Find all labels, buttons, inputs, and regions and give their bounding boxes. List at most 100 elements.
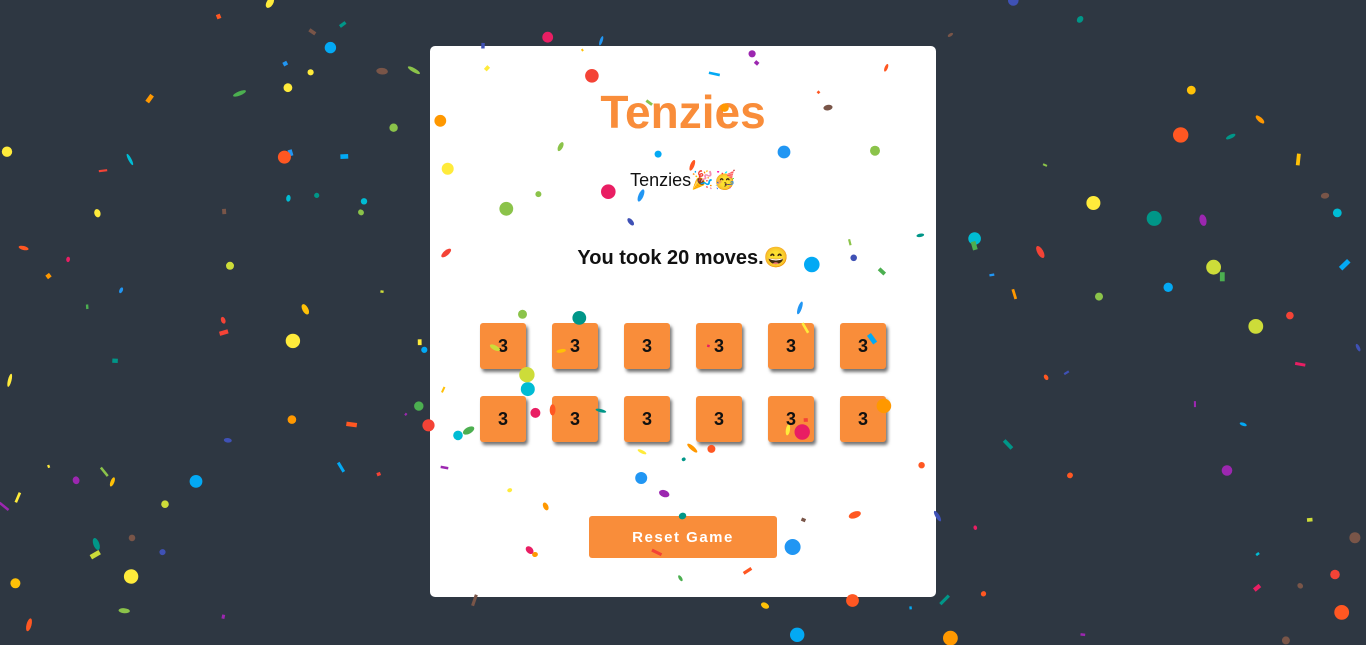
reset-game-button[interactable]: Reset Game	[589, 516, 777, 558]
moves-message: You took 20 moves.😄	[577, 247, 789, 269]
confetti-piece	[340, 153, 349, 160]
confetti-piece	[1067, 472, 1073, 479]
die-8[interactable]: 3	[552, 396, 598, 442]
confetti-piece	[407, 66, 420, 75]
confetti-piece	[1080, 633, 1086, 637]
confetti-piece	[26, 618, 32, 632]
confetti-piece	[308, 28, 317, 36]
confetti-piece	[1252, 583, 1262, 592]
confetti-piece	[760, 602, 770, 609]
die-2[interactable]: 3	[552, 323, 598, 369]
confetti-piece	[380, 290, 384, 294]
confetti-piece	[314, 192, 320, 198]
confetti-piece	[18, 245, 29, 251]
confetti-piece	[128, 534, 136, 542]
confetti-piece	[1076, 16, 1084, 23]
die-1[interactable]: 3	[480, 323, 526, 369]
confetti-piece	[947, 32, 954, 37]
confetti-piece	[943, 630, 958, 645]
confetti-piece	[307, 69, 314, 76]
die-11[interactable]: 3	[768, 396, 814, 442]
confetti-piece	[145, 93, 154, 104]
confetti-piece	[980, 591, 987, 597]
confetti-piece	[118, 608, 130, 614]
confetti-piece	[1, 146, 13, 157]
confetti-piece	[1295, 153, 1301, 166]
confetti-piece	[1043, 374, 1049, 381]
confetti-piece	[301, 304, 310, 315]
confetti-piece	[221, 614, 226, 619]
confetti-piece	[119, 287, 124, 294]
confetti-piece	[1286, 311, 1294, 320]
win-subtitle: Tenzies🎉🥳	[630, 170, 736, 190]
confetti-piece	[1349, 532, 1361, 544]
confetti-piece	[790, 627, 805, 642]
confetti-piece	[1239, 422, 1247, 427]
confetti-piece	[1095, 292, 1103, 301]
confetti-piece	[1163, 282, 1173, 292]
confetti-piece	[72, 476, 80, 485]
confetti-piece	[112, 358, 118, 364]
confetti-piece	[599, 36, 604, 46]
confetti-piece	[1173, 127, 1189, 143]
confetti-piece	[10, 578, 21, 589]
die-7[interactable]: 3	[480, 396, 526, 442]
confetti-piece	[109, 477, 115, 487]
confetti-piece	[92, 537, 100, 551]
confetti-piece	[968, 232, 981, 245]
confetti-piece	[1330, 569, 1340, 580]
die-12[interactable]: 3	[840, 396, 886, 442]
confetti-piece	[1036, 245, 1045, 259]
die-9[interactable]: 3	[624, 396, 670, 442]
confetti-piece	[223, 437, 232, 443]
confetti-piece	[123, 569, 139, 584]
confetti-piece	[421, 346, 428, 353]
die-5[interactable]: 3	[768, 323, 814, 369]
confetti-piece	[389, 123, 398, 132]
confetti-piece	[99, 466, 109, 477]
die-3[interactable]: 3	[624, 323, 670, 369]
confetti-piece	[1255, 115, 1265, 124]
confetti-piece	[286, 194, 291, 202]
confetti-piece	[215, 13, 222, 20]
confetti-piece	[1063, 370, 1070, 376]
confetti-piece	[1297, 583, 1304, 589]
confetti-piece	[1355, 343, 1361, 352]
confetti-piece	[973, 525, 978, 530]
confetti-piece	[1294, 361, 1306, 367]
confetti-piece	[98, 169, 108, 173]
confetti-piece	[7, 373, 13, 387]
confetti-piece	[285, 333, 301, 349]
confetti-piece	[222, 208, 227, 215]
confetti-piece	[283, 83, 293, 93]
confetti-piece	[939, 594, 950, 606]
confetti-piece	[1219, 272, 1225, 282]
confetti-piece	[14, 492, 22, 503]
confetti-piece	[47, 464, 51, 469]
confetti-piece	[282, 60, 289, 67]
confetti-piece	[1306, 517, 1313, 522]
confetti-piece	[376, 471, 382, 477]
confetti-piece	[0, 501, 10, 511]
confetti-piece	[189, 475, 203, 488]
confetti-piece	[360, 198, 368, 205]
confetti-piece	[94, 209, 101, 218]
confetti-piece	[1255, 551, 1260, 557]
die-10[interactable]: 3	[696, 396, 742, 442]
die-4[interactable]: 3	[696, 323, 742, 369]
confetti-piece	[338, 21, 347, 28]
confetti-piece	[376, 67, 388, 75]
confetti-piece	[414, 401, 424, 411]
confetti-piece	[1086, 196, 1101, 210]
confetti-piece	[417, 339, 422, 346]
confetti-piece	[159, 549, 166, 556]
confetti-piece	[233, 90, 246, 97]
confetti-piece	[358, 209, 364, 216]
confetti-piece	[45, 272, 52, 280]
confetti-piece	[1320, 192, 1330, 199]
confetti-piece	[287, 415, 297, 424]
confetti-piece	[1332, 208, 1342, 218]
confetti-piece	[161, 500, 169, 509]
confetti-piece	[89, 550, 101, 560]
die-6[interactable]: 3	[840, 323, 886, 369]
